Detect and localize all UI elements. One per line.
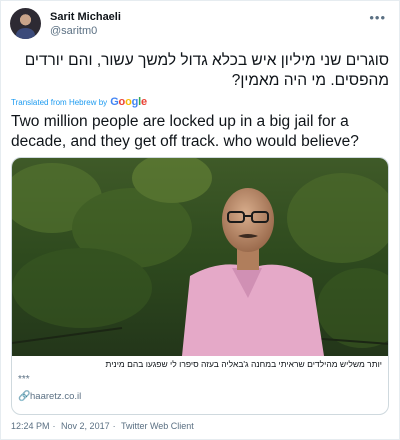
tweet-date[interactable]: Nov 2, 2017: [61, 421, 110, 431]
author-handle[interactable]: @saritm0: [50, 25, 97, 37]
card-title[interactable]: יותר משליש מהילדים שראיתי במחנה ג'באליה …: [12, 359, 383, 369]
card-domain[interactable]: haaretz.co.il: [30, 391, 81, 402]
tweet-meta: 12:24 PM · Nov 2, 2017 · Twitter Web Clien…: [11, 421, 197, 431]
translated-label: Translated from Hebrew by: [11, 97, 108, 107]
link-card[interactable]: יותר משליש מהילדים שראיתי במחנה ג'באליה …: [11, 157, 389, 415]
meta-separator: ·: [52, 421, 56, 431]
link-icon: 🔗: [18, 391, 31, 402]
tweet-text-original: סוגרים שני מיליון איש בכלא גדול למשך עשו…: [24, 52, 389, 89]
tweet-header: Sarit Michaeli @saritm0 •••: [10, 8, 392, 42]
author-display-name[interactable]: Sarit Michaeli: [50, 11, 121, 23]
card-description: ***: [18, 374, 30, 385]
tweet-text-translated: Two million people are locked up in a bi…: [11, 113, 359, 150]
card-image[interactable]: [12, 158, 389, 356]
google-logo: Google: [110, 96, 147, 108]
tweet-detail: Sarit Michaeli @saritm0 ••• סוגרים שני מ…: [0, 0, 400, 440]
meta-separator-2: ·: [112, 421, 116, 431]
avatar[interactable]: [10, 8, 41, 39]
tweet-time[interactable]: 12:24 PM: [11, 421, 50, 431]
google-logo-letter: e: [141, 96, 147, 108]
translation-attribution: Translated from Hebrew by Google: [11, 95, 147, 109]
more-dots-icon[interactable]: •••: [369, 10, 386, 25]
tweet-client[interactable]: Twitter Web Client: [121, 421, 194, 431]
google-logo-letter: G: [110, 96, 119, 108]
